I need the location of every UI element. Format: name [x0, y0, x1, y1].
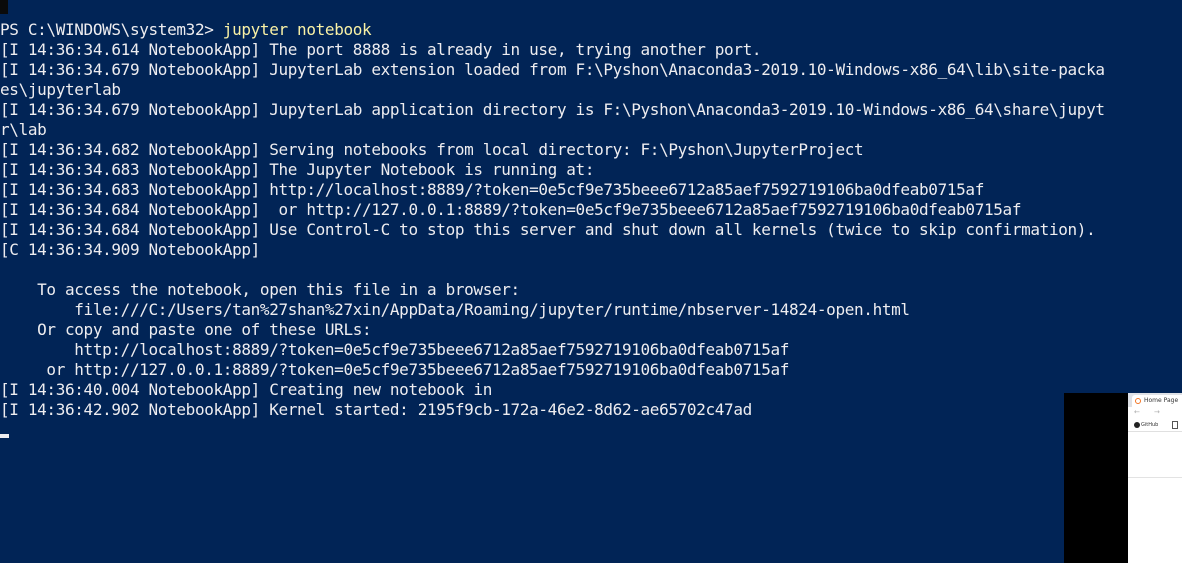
- bookmark-github[interactable]: GitHub: [1141, 422, 1158, 428]
- window-thumbnail[interactable]: Home Page ← → GitHub: [1064, 393, 1182, 563]
- bookmarks-bar: GitHub: [1128, 419, 1182, 432]
- output-line: [I 14:36:34.683 NotebookApp] The Jupyter…: [0, 160, 595, 179]
- output-line: [I 14:36:34.679 NotebookApp] JupyterLab …: [0, 100, 1105, 119]
- output-line: or http://127.0.0.1:8889/?token=0e5cf9e7…: [0, 360, 790, 379]
- forward-arrow-icon[interactable]: →: [1154, 408, 1160, 416]
- output-line: [I 14:36:34.684 NotebookApp] or http://1…: [0, 200, 1022, 219]
- back-arrow-icon[interactable]: ←: [1134, 408, 1140, 416]
- powershell-terminal[interactable]: PS C:\WINDOWS\system32> jupyter notebook…: [0, 0, 1182, 563]
- browser-nav-bar: ← →: [1128, 407, 1182, 419]
- title-fragment: [0, 0, 8, 14]
- browser-thumbnail[interactable]: Home Page ← → GitHub: [1128, 393, 1182, 563]
- jupyter-logo-icon: [1135, 398, 1141, 404]
- output-line: es\jupyterlab: [0, 80, 121, 99]
- output-line: To access the notebook, open this file i…: [0, 280, 520, 299]
- output-line: [I 14:36:34.614 NotebookApp] The port 88…: [0, 40, 762, 59]
- output-line: http://localhost:8889/?token=0e5cf9e735b…: [0, 340, 790, 359]
- output-line: Or copy and paste one of these URLs:: [0, 320, 372, 339]
- divider: [1128, 477, 1182, 478]
- github-icon: [1134, 422, 1140, 428]
- output-line: [I 14:36:34.679 NotebookApp] JupyterLab …: [0, 60, 1105, 79]
- output-line: [I 14:36:40.004 NotebookApp] Creating ne…: [0, 380, 492, 399]
- output-line: [I 14:36:42.902 NotebookApp] Kernel star…: [0, 400, 752, 419]
- output-line: [I 14:36:34.684 NotebookApp] Use Control…: [0, 220, 1096, 239]
- output-line: [I 14:36:34.683 NotebookApp] http://loca…: [0, 180, 984, 199]
- output-line: file:///C:/Users/tan%27shan%27xin/AppDat…: [0, 300, 910, 319]
- output-line: [C 14:36:34.909 NotebookApp]: [0, 240, 260, 259]
- prompt-line: PS C:\WINDOWS\system32> jupyter notebook: [0, 20, 372, 40]
- browser-tab-title: Home Page: [1144, 397, 1179, 404]
- browser-tab[interactable]: Home Page: [1132, 395, 1182, 407]
- browser-tab-bar: Home Page: [1128, 393, 1182, 407]
- prompt-text: PS C:\WINDOWS\system32>: [0, 20, 223, 39]
- text-cursor: [0, 434, 9, 438]
- output-line: r\lab: [0, 120, 47, 139]
- document-icon[interactable]: [1172, 421, 1178, 429]
- output-line: [I 14:36:34.682 NotebookApp] Serving not…: [0, 140, 864, 159]
- command-text: jupyter notebook: [222, 20, 372, 39]
